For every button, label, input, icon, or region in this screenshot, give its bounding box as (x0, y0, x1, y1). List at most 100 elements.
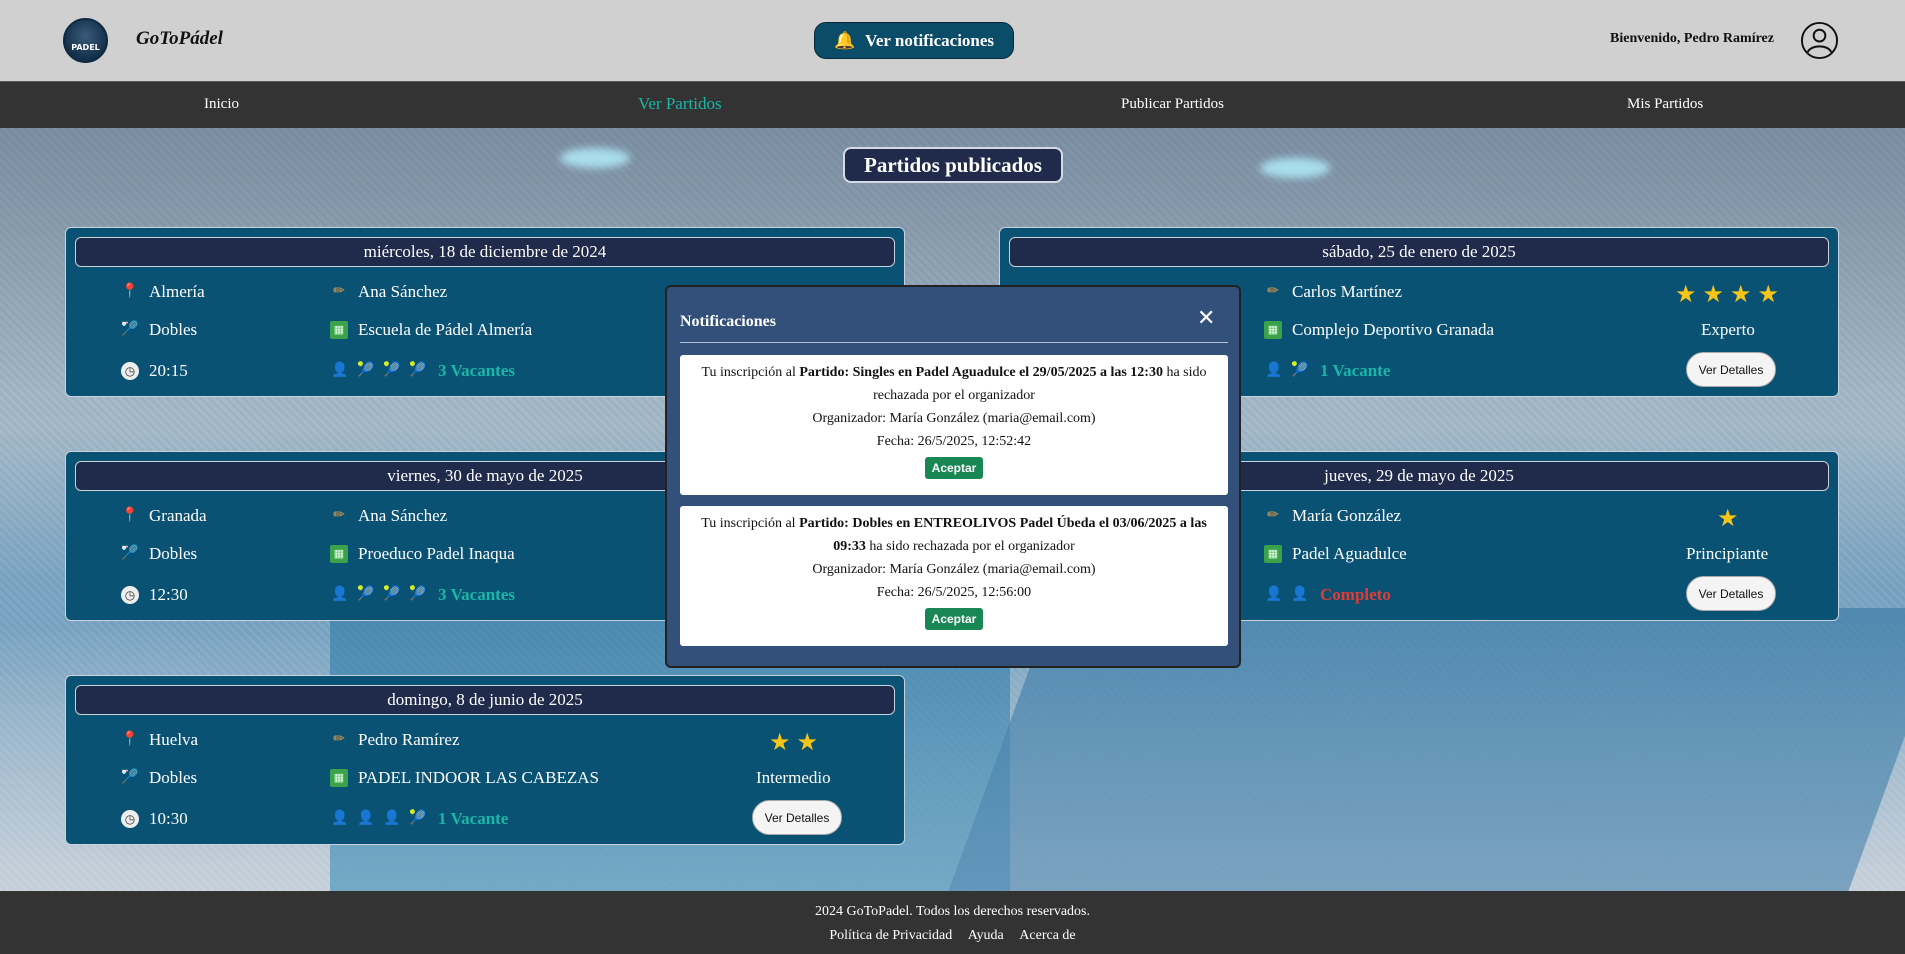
modal-title: Notificaciones (680, 313, 776, 330)
match-players: 👤 🎾 1 Vacante (1264, 361, 1390, 381)
availability-label: Completo (1320, 585, 1391, 604)
availability-label: 3 Vacantes (438, 585, 515, 604)
match-players: 👤 👤 👤 🎾 1 Vacante (330, 809, 508, 829)
nav-item-publicar-partidos[interactable]: Publicar Partidos (1121, 96, 1224, 113)
availability-label: 1 Vacante (438, 809, 509, 828)
match-mode-label: Dobles (149, 320, 198, 339)
notification-message: Tu inscripción al Partido: Dobles en ENT… (690, 512, 1218, 558)
view-details-button[interactable]: Ver Detalles (1686, 576, 1776, 611)
match-players: 👤 🎾 🎾 🎾 3 Vacantes (330, 585, 515, 605)
header: PADEL GoToPádel 🔔 Ver notificaciones Bie… (0, 0, 1905, 81)
match-players: 👤 👤 Completo (1264, 585, 1391, 605)
pencil-icon: ✏ (333, 732, 345, 747)
clock-icon: ◷ (121, 810, 139, 828)
app-title: GoToPádel (136, 28, 223, 49)
view-details-button[interactable]: Ver Detalles (1686, 352, 1776, 387)
notification-organizer: Organizador: María González (maria@email… (812, 411, 1096, 426)
match-time: ◷ 20:15 (121, 361, 188, 381)
match-venue-label: Padel Aguadulce (1292, 544, 1407, 563)
accept-button[interactable]: Aceptar (924, 457, 984, 479)
footer-link-about[interactable]: Acerca de (1019, 928, 1075, 943)
match-organizer-label: Pedro Ramírez (358, 730, 460, 749)
match-time: ◷ 12:30 (121, 585, 188, 605)
empty-slot-icon: 🎾 (357, 587, 375, 602)
notification-date: Fecha: 26/5/2025, 12:52:42 (876, 434, 1032, 449)
match-city-label: Almería (149, 282, 205, 301)
match-organizer: ✏ María González (1264, 506, 1401, 526)
match-date: miércoles, 18 de diciembre de 2024 (75, 237, 895, 267)
match-city: 📍 Almería (121, 282, 205, 302)
notification-match: Partido: Singles en Padel Aguadulce el 2… (799, 365, 1163, 380)
match-date: domingo, 8 de junio de 2025 (75, 685, 895, 715)
close-icon[interactable]: ✕ (1197, 306, 1215, 331)
match-venue: ▦ PADEL INDOOR LAS CABEZAS (330, 768, 599, 788)
modal-divider (680, 342, 1228, 343)
clock-icon: ◷ (121, 362, 139, 380)
notification-suffix: ha sido rechazada por el organizador (865, 539, 1075, 554)
pencil-icon: ✏ (333, 284, 345, 299)
court-icon: ▦ (1264, 321, 1282, 339)
match-level: Principiante (1686, 544, 1769, 563)
court-icon: ▦ (330, 321, 348, 339)
player-avatar-icon: 👤 (331, 363, 349, 378)
match-city-label: Huelva (149, 730, 199, 749)
match-organizer-label: Ana Sánchez (358, 282, 448, 301)
empty-slot-icon: 🎾 (383, 363, 401, 378)
empty-slot-icon: 🎾 (409, 811, 427, 826)
match-level: Experto (1701, 320, 1755, 339)
notification-item: Tu inscripción al Partido: Dobles en ENT… (680, 506, 1228, 646)
player-avatar-icon: 👤 (357, 811, 375, 826)
notifications-button-label: Ver notificaciones (865, 30, 995, 50)
pencil-icon: ✏ (333, 508, 345, 523)
rackets-icon: 🏸 (121, 546, 139, 561)
match-city: 📍 Huelva (121, 730, 198, 750)
match-date: sábado, 25 de enero de 2025 (1009, 237, 1829, 267)
match-organizer: ✏ Ana Sánchez (330, 506, 447, 526)
nav-item-ver-partidos[interactable]: Ver Partidos (638, 94, 722, 114)
user-profile-icon[interactable] (1800, 21, 1839, 60)
match-city: 📍 Granada (121, 506, 207, 526)
clock-icon: ◷ (121, 586, 139, 604)
notifications-button[interactable]: 🔔 Ver notificaciones (814, 22, 1014, 59)
notification-date: Fecha: 26/5/2025, 12:56:00 (876, 585, 1032, 600)
match-venue: ▦ Complejo Deportivo Granada (1264, 320, 1494, 340)
court-icon: ▦ (330, 769, 348, 787)
match-venue: ▦ Escuela de Pádel Almería (330, 320, 532, 340)
app-logo[interactable]: PADEL (63, 18, 108, 63)
empty-slot-icon: 🎾 (1291, 363, 1309, 378)
page-title: Partidos publicados (843, 147, 1063, 183)
match-organizer: ✏ Carlos Martínez (1264, 282, 1402, 302)
pencil-icon: ✏ (1267, 284, 1279, 299)
pencil-icon: ✏ (1267, 508, 1279, 523)
match-mode-label: Dobles (149, 768, 198, 787)
footer-copyright: 2024 GoToPadel. Todos los derechos reser… (814, 904, 1090, 919)
match-card: domingo, 8 de junio de 2025 📍 Huelva ✏ Ped… (65, 675, 905, 845)
ceiling-light (1260, 158, 1330, 178)
footer-link-help[interactable]: Ayuda (968, 928, 1004, 943)
notification-message: Tu inscripción al Partido: Singles en Pa… (690, 361, 1218, 407)
nav-item-inicio[interactable]: Inicio (204, 96, 239, 113)
match-time: ◷ 10:30 (121, 809, 188, 829)
match-organizer: ✏ Ana Sánchez (330, 282, 447, 302)
empty-slot-icon: 🎾 (383, 587, 401, 602)
match-organizer: ✏ Pedro Ramírez (330, 730, 460, 750)
nav-item-mis-partidos[interactable]: Mis Partidos (1627, 96, 1703, 113)
view-details-button[interactable]: Ver Detalles (752, 800, 842, 835)
match-venue: ▦ Padel Aguadulce (1264, 544, 1407, 564)
match-mode: 🏸 Dobles (121, 768, 197, 788)
match-mode: 🏸 Dobles (121, 544, 197, 564)
accept-button[interactable]: Aceptar (924, 608, 984, 630)
footer-link-privacy[interactable]: Política de Privacidad (829, 928, 952, 943)
match-organizer-label: Ana Sánchez (358, 506, 448, 525)
match-time-label: 10:30 (149, 809, 188, 828)
footer: 2024 GoToPadel. Todos los derechos reser… (0, 891, 1905, 954)
empty-slot-icon: 🎾 (409, 363, 427, 378)
empty-slot-icon: 🎾 (357, 363, 375, 378)
match-venue-label: PADEL INDOOR LAS CABEZAS (358, 768, 600, 787)
match-players: 👤 🎾 🎾 🎾 3 Vacantes (330, 361, 515, 381)
match-city-label: Granada (149, 506, 207, 525)
court-icon: ▦ (330, 545, 348, 563)
notifications-modal: Notificaciones ✕ Tu inscripción al Parti… (665, 285, 1241, 668)
match-level: Intermedio (756, 768, 831, 787)
player-avatar-icon: 👤 (331, 587, 349, 602)
